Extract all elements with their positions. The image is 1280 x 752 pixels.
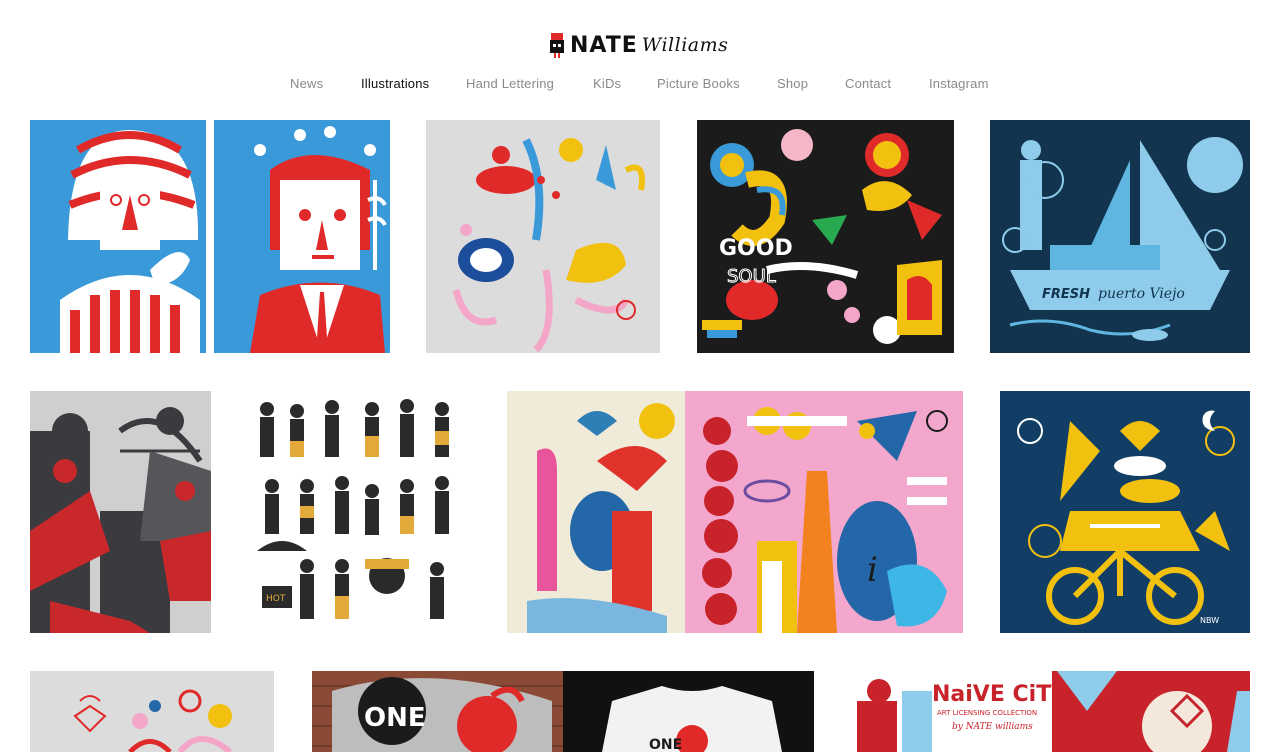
main-nav: News Illustrations Hand Lettering KiDs P… — [0, 76, 1280, 96]
naive-city-title: NaiVE CiTY — [932, 682, 1068, 707]
nav-item-illustrations[interactable]: Illustrations — [361, 76, 429, 91]
bicycle-signature: NBW — [1200, 616, 1219, 625]
svg-text:ONE: ONE — [649, 737, 682, 752]
gallery-tile-fresh-puerto-viejo[interactable]: FRESH puerto Viejo — [990, 120, 1250, 353]
nav-item-news[interactable]: News — [290, 76, 323, 91]
soul-text: SOUL — [727, 266, 776, 287]
logo-text-williams: Williams — [641, 34, 729, 56]
nav-item-kids[interactable]: KiDs — [593, 76, 621, 91]
gallery-tile-portraits[interactable] — [30, 120, 390, 353]
gallery-tile-bicycle[interactable]: NBW — [1000, 391, 1250, 633]
good-text: GOOD — [719, 236, 793, 261]
logo-mark-icon — [548, 31, 566, 59]
nav-item-instagram[interactable]: Instagram — [929, 76, 989, 91]
gallery-tile-birds-city[interactable]: i — [507, 391, 963, 633]
nav-item-shop[interactable]: Shop — [777, 76, 808, 91]
naive-city-subtitle: ART LICENSING COLLECTION — [937, 709, 1037, 717]
gallery-tile-floral-grey[interactable] — [30, 671, 274, 752]
fresh-text: FRESH — [1042, 287, 1090, 302]
hot-cart-text: HOT — [266, 594, 286, 604]
nav-item-picture-books[interactable]: Picture Books — [657, 76, 740, 91]
site-logo[interactable]: NATE Williams — [548, 28, 732, 62]
gallery-tile-one-tshirt[interactable]: ONE ONE — [312, 671, 814, 752]
naive-city-byline: by NATE williams — [952, 722, 1033, 732]
gallery-tile-archer[interactable] — [30, 391, 211, 633]
svg-text:ONE: ONE — [364, 703, 426, 733]
logo-text-nate: NATE — [570, 32, 638, 58]
gallery-tile-naive-city[interactable]: NaiVE CiTY ART LICENSING COLLECTION by N… — [857, 671, 1250, 752]
gallery-tile-birds-grey[interactable] — [426, 120, 660, 353]
gallery-tile-good-soul[interactable]: GOOD SOUL — [697, 120, 954, 353]
gallery-tile-people[interactable]: HOT — [247, 391, 470, 633]
nav-item-contact[interactable]: Contact — [845, 76, 891, 91]
puerto-viejo-text: puerto Viejo — [1098, 286, 1185, 302]
nav-item-hand-lettering[interactable]: Hand Lettering — [466, 76, 554, 91]
svg-text:i: i — [867, 550, 878, 590]
